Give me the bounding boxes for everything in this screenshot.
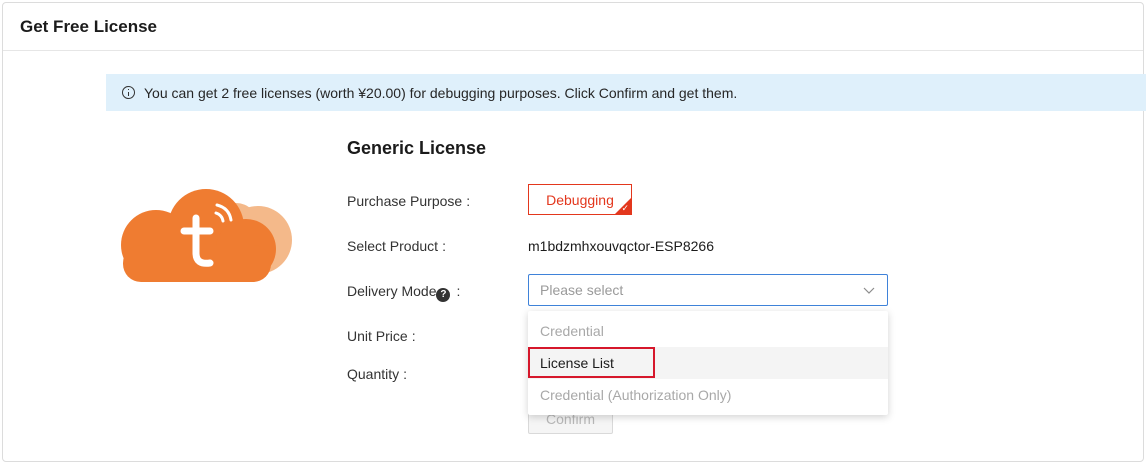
help-icon[interactable]: ? (436, 288, 451, 302)
dropdown-option-credential-authorization-only[interactable]: Credential (Authorization Only) (528, 379, 888, 411)
cloud-t-logo (121, 189, 292, 282)
select-placeholder: Please select (540, 282, 624, 298)
dropdown-option-license-list[interactable]: License List (528, 347, 888, 379)
delivery-mode-select[interactable]: Please select (528, 274, 888, 306)
info-alert: You can get 2 free licenses (worth ¥20.0… (106, 74, 1146, 111)
dropdown-option-credential[interactable]: Credential (528, 315, 888, 347)
unit-price-label: Unit Price: (347, 328, 416, 344)
check-icon: ✓ (621, 203, 629, 213)
debugging-option-label: Debugging (546, 191, 614, 208)
debugging-option[interactable]: Debugging ✓ (528, 184, 632, 215)
panel-title: Get Free License (3, 3, 1143, 51)
select-product-label: Select Product: (347, 238, 446, 254)
purchase-purpose-label: Purchase Purpose: (347, 193, 471, 209)
quantity-label: Quantity: (347, 366, 408, 382)
form-title: Generic License (347, 138, 487, 158)
product-value: m1bdzmhxouvqctor-ESP8266 (528, 238, 714, 254)
info-icon (122, 86, 135, 99)
delivery-mode-label: Delivery Mode?: (347, 283, 461, 302)
delivery-mode-dropdown: Credential License List Credential (Auth… (528, 311, 888, 415)
alert-text: You can get 2 free licenses (worth ¥20.0… (144, 84, 738, 101)
chevron-down-icon (863, 287, 875, 294)
